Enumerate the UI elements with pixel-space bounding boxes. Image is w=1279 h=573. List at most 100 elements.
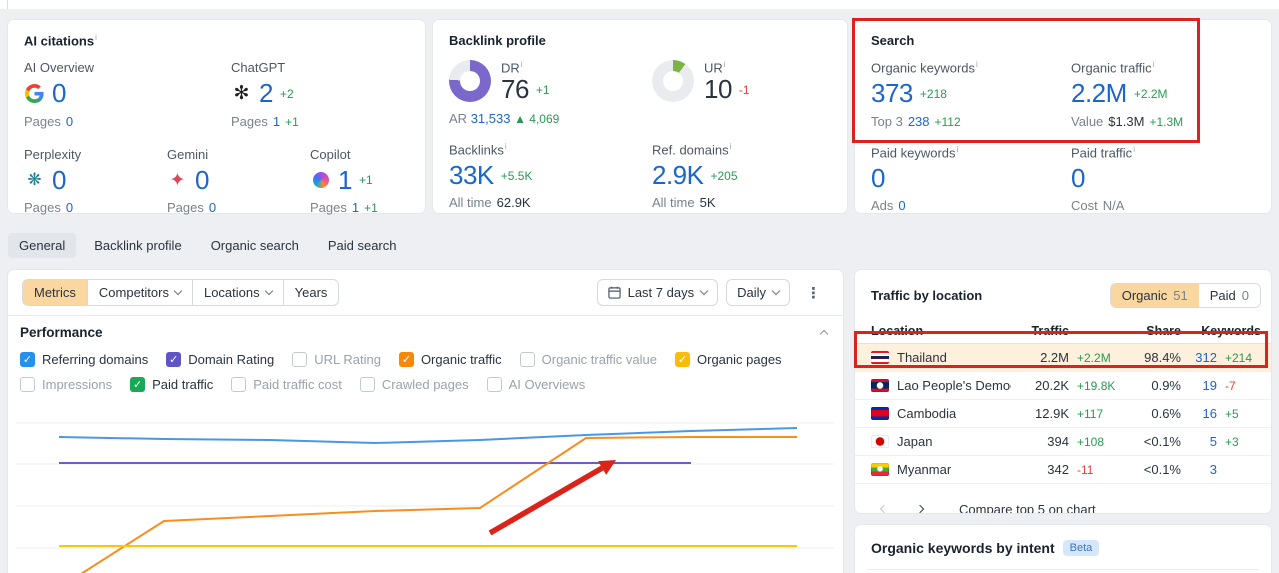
metric-checkbox-referring-domains[interactable]: Referring domains (20, 349, 148, 370)
ai-citation-gemini: Gemini ✦ 0 Pages 0 (167, 146, 217, 215)
checkbox-icon (20, 377, 35, 392)
table-row-thailand[interactable]: Thailand 2.2M +2.2M 98.4% 312 +214 (855, 344, 1271, 372)
keywords-by-intent-panel: Organic keywords by intent Beta (855, 525, 1271, 573)
metric-checkbox-organic-traffic[interactable]: Organic traffic (398, 349, 502, 370)
paid-traffic-stat: Paid traffici 0 Cost N/A (1071, 144, 1135, 214)
ai-citation-ai-overview: AI Overview 0 Pages 0 (24, 60, 95, 129)
metric-toggles: Referring domains Domain Rating URL Rati… (8, 343, 843, 397)
checkbox-icon (20, 352, 35, 367)
citation-count: 1 (338, 164, 352, 195)
search-panel: Search Organic keywordsi 373 +218 Top 3 23… (855, 20, 1271, 213)
locations-dropdown[interactable]: Locations (191, 280, 283, 305)
perplexity-icon: ❋ (27, 170, 42, 190)
chevron-down-icon (264, 286, 273, 296)
metric-checkbox-url-rating[interactable]: URL Rating (292, 349, 381, 370)
checkbox-icon (292, 352, 308, 367)
beta-badge: Beta (1062, 540, 1100, 556)
tab-organic-search[interactable]: Organic search (200, 233, 310, 258)
top-window-strip (0, 0, 1279, 9)
pages-count[interactable]: 1 (273, 114, 280, 129)
checkbox-icon (359, 377, 375, 392)
next-page-button[interactable] (907, 498, 933, 513)
panel-title: Organic keywords by intent (871, 540, 1055, 556)
pages-count[interactable]: 1 (352, 200, 359, 215)
checkbox-icon (519, 352, 535, 367)
backlinks-value[interactable]: 33K (449, 161, 494, 189)
performance-chart[interactable] (8, 398, 843, 573)
citation-count: 0 (195, 164, 209, 195)
panel-title: Traffic by location (871, 288, 983, 303)
calendar-icon (607, 286, 621, 299)
metrics-mode-button[interactable]: Metrics (23, 280, 87, 305)
cambodia-flag-icon (871, 407, 889, 420)
panel-title: Search (871, 33, 915, 48)
date-range-dropdown[interactable]: Last 7 days (596, 279, 719, 306)
ai-citation-copilot: Copilot 1 +1 Pages 1 +1 (310, 146, 378, 215)
checkbox-icon (166, 352, 182, 367)
organic-traffic-value[interactable]: 2.2M (1071, 80, 1127, 108)
table-row-cambodia[interactable]: Cambodia 12.9K +117 0.6% 16 +5 (855, 400, 1271, 428)
google-icon (24, 84, 45, 104)
pages-count[interactable]: 0 (209, 200, 216, 215)
ur-donut-chart (652, 60, 694, 102)
organic-keywords-value[interactable]: 373 (871, 80, 913, 108)
table-header: Location Traffic Share Keywords (855, 318, 1271, 344)
checkbox-icon (398, 352, 414, 367)
paid-keywords-value: 0 (871, 162, 885, 193)
checkbox-icon (130, 377, 146, 392)
chevron-right-icon (915, 504, 925, 513)
backlink-profile-panel: Backlink profile DRi 76 +1 AR 31,533 ▲ 4… (433, 20, 847, 213)
dr-value: 76 (501, 74, 529, 105)
ref-domains-stat: Ref. domainsi 2.9K +205 All time 5K (652, 141, 738, 211)
competitors-dropdown[interactable]: Competitors (86, 280, 192, 305)
ai-citation-chatgpt: ChatGPT ✻ 2 +2 Pages 1 +1 (231, 60, 299, 129)
chart-toolbar: Metrics Competitors Locations Years Last… (8, 270, 843, 315)
metric-checkbox-crawled-pages[interactable]: Crawled pages (359, 374, 469, 395)
metric-checkbox-paid-traffic[interactable]: Paid traffic (130, 374, 213, 395)
organic-traffic-stat: Organic traffici 2.2M +2.2M Value $1.3M +1.… (1071, 60, 1184, 129)
copilot-icon (310, 172, 331, 189)
more-options-kebab-icon[interactable]: ⋮ (798, 282, 829, 304)
chatgpt-icon: ✻ (233, 83, 250, 105)
metric-checkbox-impressions[interactable]: Impressions (20, 374, 112, 395)
ai-citation-perplexity: Perplexity ❋ 0 Pages 0 (24, 146, 82, 215)
citation-count: 0 (52, 78, 66, 109)
table-row-myanmar[interactable]: Myanmar 342 -11 <0.1% 3 (855, 456, 1271, 484)
tab-paid-search[interactable]: Paid search (317, 233, 408, 258)
paid-toggle-button[interactable]: Paid 0 (1198, 284, 1260, 307)
paid-keywords-stat: Paid keywordsi 0 Ads 0 (871, 144, 959, 214)
metric-checkbox-domain-rating[interactable]: Domain Rating (166, 349, 274, 370)
pages-count[interactable]: 0 (66, 114, 73, 129)
checkbox-icon (486, 377, 502, 392)
organic-toggle-button[interactable]: Organic 51 (1110, 284, 1199, 307)
citation-count: 2 (259, 78, 273, 109)
checkbox-icon (231, 377, 247, 392)
years-mode-button[interactable]: Years (282, 280, 339, 305)
ref-domains-value[interactable]: 2.9K (652, 161, 704, 189)
ur-value: 10 (704, 74, 732, 105)
dr-donut-chart (449, 60, 491, 102)
tab-backlink-profile[interactable]: Backlink profile (83, 233, 192, 258)
prev-page-button[interactable] (871, 498, 897, 513)
table-row-laos[interactable]: Lao People's Democratic Reput 20.2K +19.… (855, 372, 1271, 400)
metric-checkbox-paid-traffic-cost[interactable]: Paid traffic cost (231, 374, 342, 395)
metric-checkbox-organic-traffic-value[interactable]: Organic traffic value (519, 349, 657, 370)
tab-general[interactable]: General (8, 233, 77, 258)
checkbox-icon (675, 352, 690, 367)
myanmar-flag-icon (871, 463, 889, 476)
compare-top5-link[interactable]: Compare top 5 on chart (959, 502, 1096, 514)
pages-count[interactable]: 0 (66, 200, 73, 215)
performance-section-title: Performance (20, 325, 103, 340)
metric-checkbox-organic-pages[interactable]: Organic pages (675, 349, 782, 370)
ahrefs-rank: AR 31,533 ▲ 4,069 (449, 110, 560, 126)
panel-title: AI citationsi (24, 33, 97, 49)
chevron-down-icon (699, 286, 709, 296)
organic-paid-toggle: Organic 51 Paid 0 (1109, 283, 1261, 308)
granularity-dropdown[interactable]: Daily (726, 279, 790, 306)
metric-checkbox-ai-overviews[interactable]: AI Overviews (486, 374, 585, 395)
collapse-chevron-icon[interactable] (819, 329, 829, 339)
gemini-icon: ✦ (169, 169, 186, 191)
chart-mode-group: Metrics Competitors Locations Years (22, 279, 340, 306)
section-tabs: General Backlink profile Organic search … (8, 233, 408, 258)
table-row-japan[interactable]: Japan 394 +108 <0.1% 5 +3 (855, 428, 1271, 456)
